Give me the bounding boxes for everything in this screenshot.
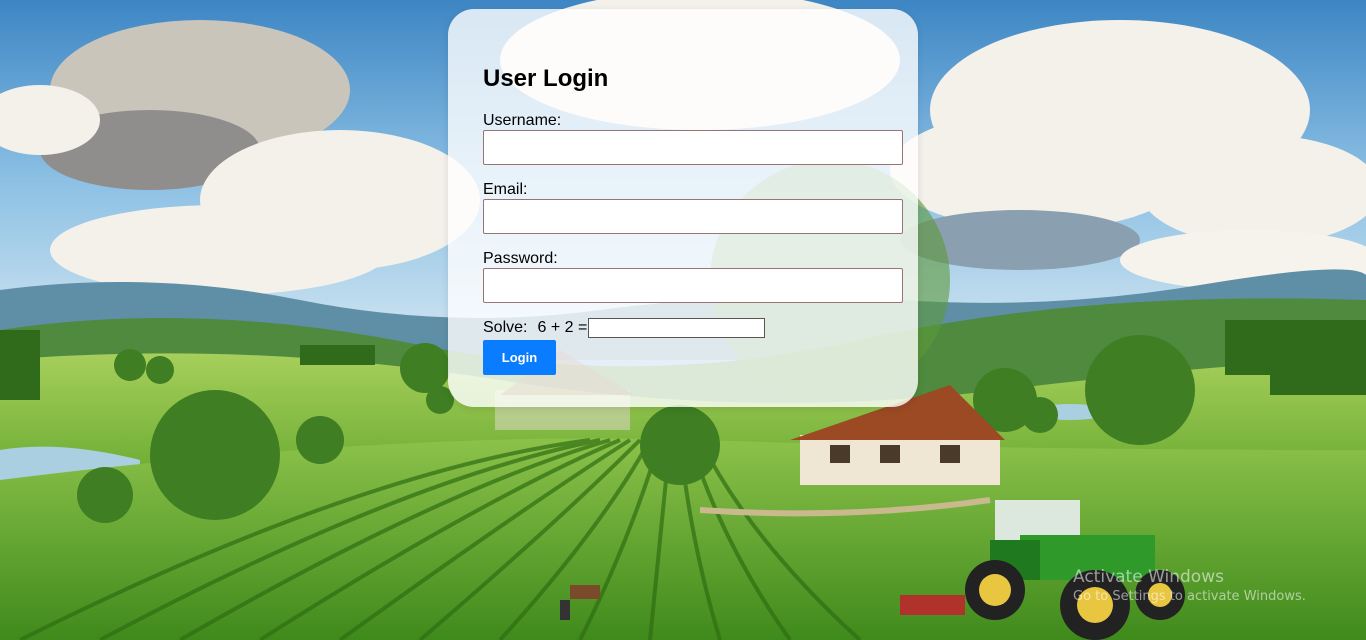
username-label: Username: — [483, 112, 562, 129]
login-title: User Login — [483, 65, 609, 92]
email-input[interactable] — [483, 199, 903, 234]
login-button[interactable]: Login — [483, 340, 556, 375]
captcha-label: Solve: — [483, 319, 528, 336]
activate-windows-watermark: Activate Windows Go to Settings to activ… — [1073, 566, 1306, 605]
username-input[interactable] — [483, 130, 903, 165]
captcha-answer-input[interactable] — [588, 318, 766, 338]
captcha-equation: 6 + 2 = — [537, 319, 588, 336]
email-label: Email: — [483, 181, 528, 198]
watermark-title: Activate Windows — [1073, 567, 1224, 587]
captcha-row: Solve: 6 + 2 = — [483, 318, 883, 338]
password-label: Password: — [483, 250, 558, 267]
watermark-subtitle: Go to Settings to activate Windows. — [1073, 589, 1306, 604]
password-input[interactable] — [483, 268, 903, 303]
login-card: User Login Username: Email: Password: So… — [448, 9, 918, 407]
